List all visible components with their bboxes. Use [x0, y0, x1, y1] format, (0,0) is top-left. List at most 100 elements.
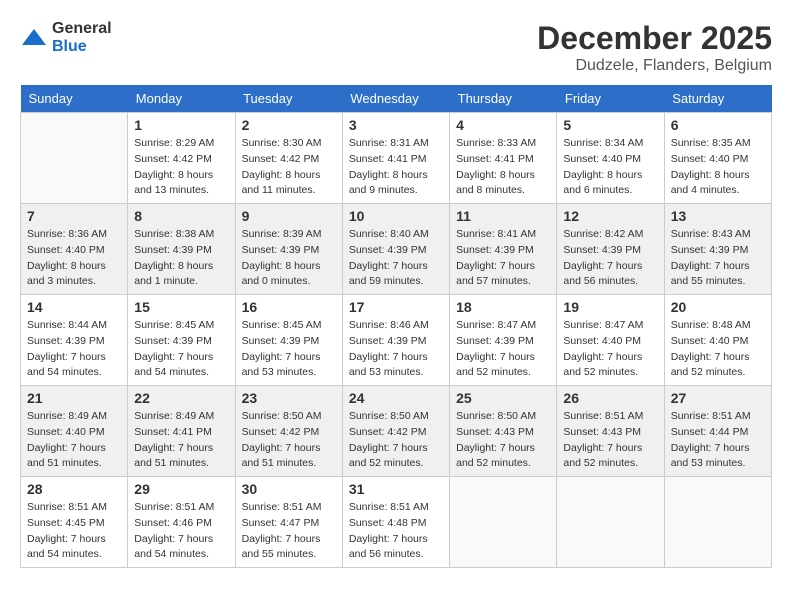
day-info: Sunrise: 8:29 AM Sunset: 4:42 PM Dayligh…	[134, 136, 228, 199]
weekday-header-tuesday: Tuesday	[235, 85, 342, 113]
calendar-week-1: 1 Sunrise: 8:29 AM Sunset: 4:42 PM Daylig…	[21, 113, 772, 204]
month-title: December 2025	[537, 20, 772, 57]
calendar-cell: 13Sunrise: 8:43 AM Sunset: 4:39 PM Dayli…	[664, 204, 771, 295]
day-info: Sunrise: 8:34 AM Sunset: 4:40 PM Dayligh…	[563, 136, 657, 199]
calendar-week-5: 28Sunrise: 8:51 AM Sunset: 4:45 PM Dayli…	[21, 477, 772, 568]
day-info: Sunrise: 8:43 AM Sunset: 4:39 PM Dayligh…	[671, 227, 765, 290]
calendar-cell: 30Sunrise: 8:51 AM Sunset: 4:47 PM Dayli…	[235, 477, 342, 568]
calendar-week-2: 7 Sunrise: 8:36 AM Sunset: 4:40 PM Daylig…	[21, 204, 772, 295]
day-number: 15	[134, 299, 228, 315]
day-number: 31	[349, 481, 443, 497]
calendar-cell: 26Sunrise: 8:51 AM Sunset: 4:43 PM Dayli…	[557, 386, 664, 477]
calendar-cell: 10 Sunrise: 8:40 AM Sunset: 4:39 PM Dayli…	[342, 204, 449, 295]
calendar-cell: 12 Sunrise: 8:42 AM Sunset: 4:39 PM Dayli…	[557, 204, 664, 295]
day-number: 7	[27, 208, 121, 224]
calendar-cell: 31 Sunrise: 8:51 AM Sunset: 4:48 PM Dayli…	[342, 477, 449, 568]
day-info: Sunrise: 8:40 AM Sunset: 4:39 PM Dayligh…	[349, 227, 443, 290]
day-info: Sunrise: 8:35 AM Sunset: 4:40 PM Dayligh…	[671, 136, 765, 199]
day-number: 1	[134, 117, 228, 133]
calendar-cell	[21, 113, 128, 204]
calendar-cell: 24 Sunrise: 8:50 AM Sunset: 4:42 PM Dayli…	[342, 386, 449, 477]
day-number: 16	[242, 299, 336, 315]
calendar-week-3: 14Sunrise: 8:44 AM Sunset: 4:39 PM Dayli…	[21, 295, 772, 386]
day-number: 21	[27, 390, 121, 406]
day-number: 12	[563, 208, 657, 224]
calendar-cell: 9Sunrise: 8:39 AM Sunset: 4:39 PM Daylig…	[235, 204, 342, 295]
day-number: 20	[671, 299, 765, 315]
day-number: 24	[349, 390, 443, 406]
calendar-cell: 19 Sunrise: 8:47 AM Sunset: 4:40 PM Dayli…	[557, 295, 664, 386]
day-info: Sunrise: 8:41 AM Sunset: 4:39 PM Dayligh…	[456, 227, 550, 290]
calendar-cell: 17 Sunrise: 8:46 AM Sunset: 4:39 PM Dayli…	[342, 295, 449, 386]
calendar-cell: 5 Sunrise: 8:34 AM Sunset: 4:40 PM Daylig…	[557, 113, 664, 204]
calendar-week-4: 21 Sunrise: 8:49 AM Sunset: 4:40 PM Dayli…	[21, 386, 772, 477]
day-info: Sunrise: 8:51 AM Sunset: 4:44 PM Dayligh…	[671, 409, 765, 472]
day-info: Sunrise: 8:49 AM Sunset: 4:40 PM Dayligh…	[27, 409, 121, 472]
calendar-cell: 15Sunrise: 8:45 AM Sunset: 4:39 PM Dayli…	[128, 295, 235, 386]
day-number: 26	[563, 390, 657, 406]
calendar-cell: 4 Sunrise: 8:33 AM Sunset: 4:41 PM Daylig…	[450, 113, 557, 204]
day-info: Sunrise: 8:42 AM Sunset: 4:39 PM Dayligh…	[563, 227, 657, 290]
day-info: Sunrise: 8:46 AM Sunset: 4:39 PM Dayligh…	[349, 318, 443, 381]
day-number: 2	[242, 117, 336, 133]
day-info: Sunrise: 8:48 AM Sunset: 4:40 PM Dayligh…	[671, 318, 765, 381]
weekday-header-friday: Friday	[557, 85, 664, 113]
calendar-cell	[557, 477, 664, 568]
calendar-cell: 1 Sunrise: 8:29 AM Sunset: 4:42 PM Daylig…	[128, 113, 235, 204]
day-info: Sunrise: 8:51 AM Sunset: 4:45 PM Dayligh…	[27, 500, 121, 563]
day-number: 29	[134, 481, 228, 497]
weekday-header-thursday: Thursday	[450, 85, 557, 113]
calendar-cell: 28Sunrise: 8:51 AM Sunset: 4:45 PM Dayli…	[21, 477, 128, 568]
calendar-cell: 11 Sunrise: 8:41 AM Sunset: 4:39 PM Dayli…	[450, 204, 557, 295]
weekday-header-monday: Monday	[128, 85, 235, 113]
day-number: 27	[671, 390, 765, 406]
day-number: 10	[349, 208, 443, 224]
calendar-cell: 20 Sunrise: 8:48 AM Sunset: 4:40 PM Dayli…	[664, 295, 771, 386]
day-number: 14	[27, 299, 121, 315]
day-number: 9	[242, 208, 336, 224]
day-number: 8	[134, 208, 228, 224]
day-number: 5	[563, 117, 657, 133]
day-info: Sunrise: 8:51 AM Sunset: 4:47 PM Dayligh…	[242, 500, 336, 563]
calendar-cell	[664, 477, 771, 568]
location-title: Dudzele, Flanders, Belgium	[537, 57, 772, 75]
day-info: Sunrise: 8:50 AM Sunset: 4:42 PM Dayligh…	[349, 409, 443, 472]
calendar-cell: 16Sunrise: 8:45 AM Sunset: 4:39 PM Dayli…	[235, 295, 342, 386]
day-number: 23	[242, 390, 336, 406]
title-area: December 2025 Dudzele, Flanders, Belgium	[537, 20, 772, 75]
day-info: Sunrise: 8:31 AM Sunset: 4:41 PM Dayligh…	[349, 136, 443, 199]
weekday-header-sunday: Sunday	[21, 85, 128, 113]
day-info: Sunrise: 8:47 AM Sunset: 4:40 PM Dayligh…	[563, 318, 657, 381]
calendar-cell: 14Sunrise: 8:44 AM Sunset: 4:39 PM Dayli…	[21, 295, 128, 386]
calendar-cell: 7 Sunrise: 8:36 AM Sunset: 4:40 PM Daylig…	[21, 204, 128, 295]
day-number: 4	[456, 117, 550, 133]
day-info: Sunrise: 8:49 AM Sunset: 4:41 PM Dayligh…	[134, 409, 228, 472]
calendar-cell: 25Sunrise: 8:50 AM Sunset: 4:43 PM Dayli…	[450, 386, 557, 477]
logo-general-text: General	[52, 20, 112, 37]
day-number: 19	[563, 299, 657, 315]
calendar-cell: 27 Sunrise: 8:51 AM Sunset: 4:44 PM Dayli…	[664, 386, 771, 477]
day-info: Sunrise: 8:33 AM Sunset: 4:41 PM Dayligh…	[456, 136, 550, 199]
logo-icon	[20, 27, 48, 49]
calendar-cell: 21 Sunrise: 8:49 AM Sunset: 4:40 PM Dayli…	[21, 386, 128, 477]
calendar-cell: 2Sunrise: 8:30 AM Sunset: 4:42 PM Daylig…	[235, 113, 342, 204]
day-info: Sunrise: 8:50 AM Sunset: 4:43 PM Dayligh…	[456, 409, 550, 472]
day-number: 17	[349, 299, 443, 315]
weekday-header-row: SundayMondayTuesdayWednesdayThursdayFrid…	[21, 85, 772, 113]
calendar-cell: 22 Sunrise: 8:49 AM Sunset: 4:41 PM Dayli…	[128, 386, 235, 477]
page-header: General Blue December 2025 Dudzele, Flan…	[20, 20, 772, 75]
day-info: Sunrise: 8:36 AM Sunset: 4:40 PM Dayligh…	[27, 227, 121, 290]
day-number: 22	[134, 390, 228, 406]
day-info: Sunrise: 8:51 AM Sunset: 4:48 PM Dayligh…	[349, 500, 443, 563]
day-number: 6	[671, 117, 765, 133]
weekday-header-wednesday: Wednesday	[342, 85, 449, 113]
calendar-cell: 3 Sunrise: 8:31 AM Sunset: 4:41 PM Daylig…	[342, 113, 449, 204]
day-info: Sunrise: 8:50 AM Sunset: 4:42 PM Dayligh…	[242, 409, 336, 472]
calendar-table: SundayMondayTuesdayWednesdayThursdayFrid…	[20, 85, 772, 568]
day-number: 11	[456, 208, 550, 224]
logo: General Blue	[20, 20, 112, 56]
day-info: Sunrise: 8:38 AM Sunset: 4:39 PM Dayligh…	[134, 227, 228, 290]
day-number: 18	[456, 299, 550, 315]
day-number: 3	[349, 117, 443, 133]
calendar-cell: 8 Sunrise: 8:38 AM Sunset: 4:39 PM Daylig…	[128, 204, 235, 295]
